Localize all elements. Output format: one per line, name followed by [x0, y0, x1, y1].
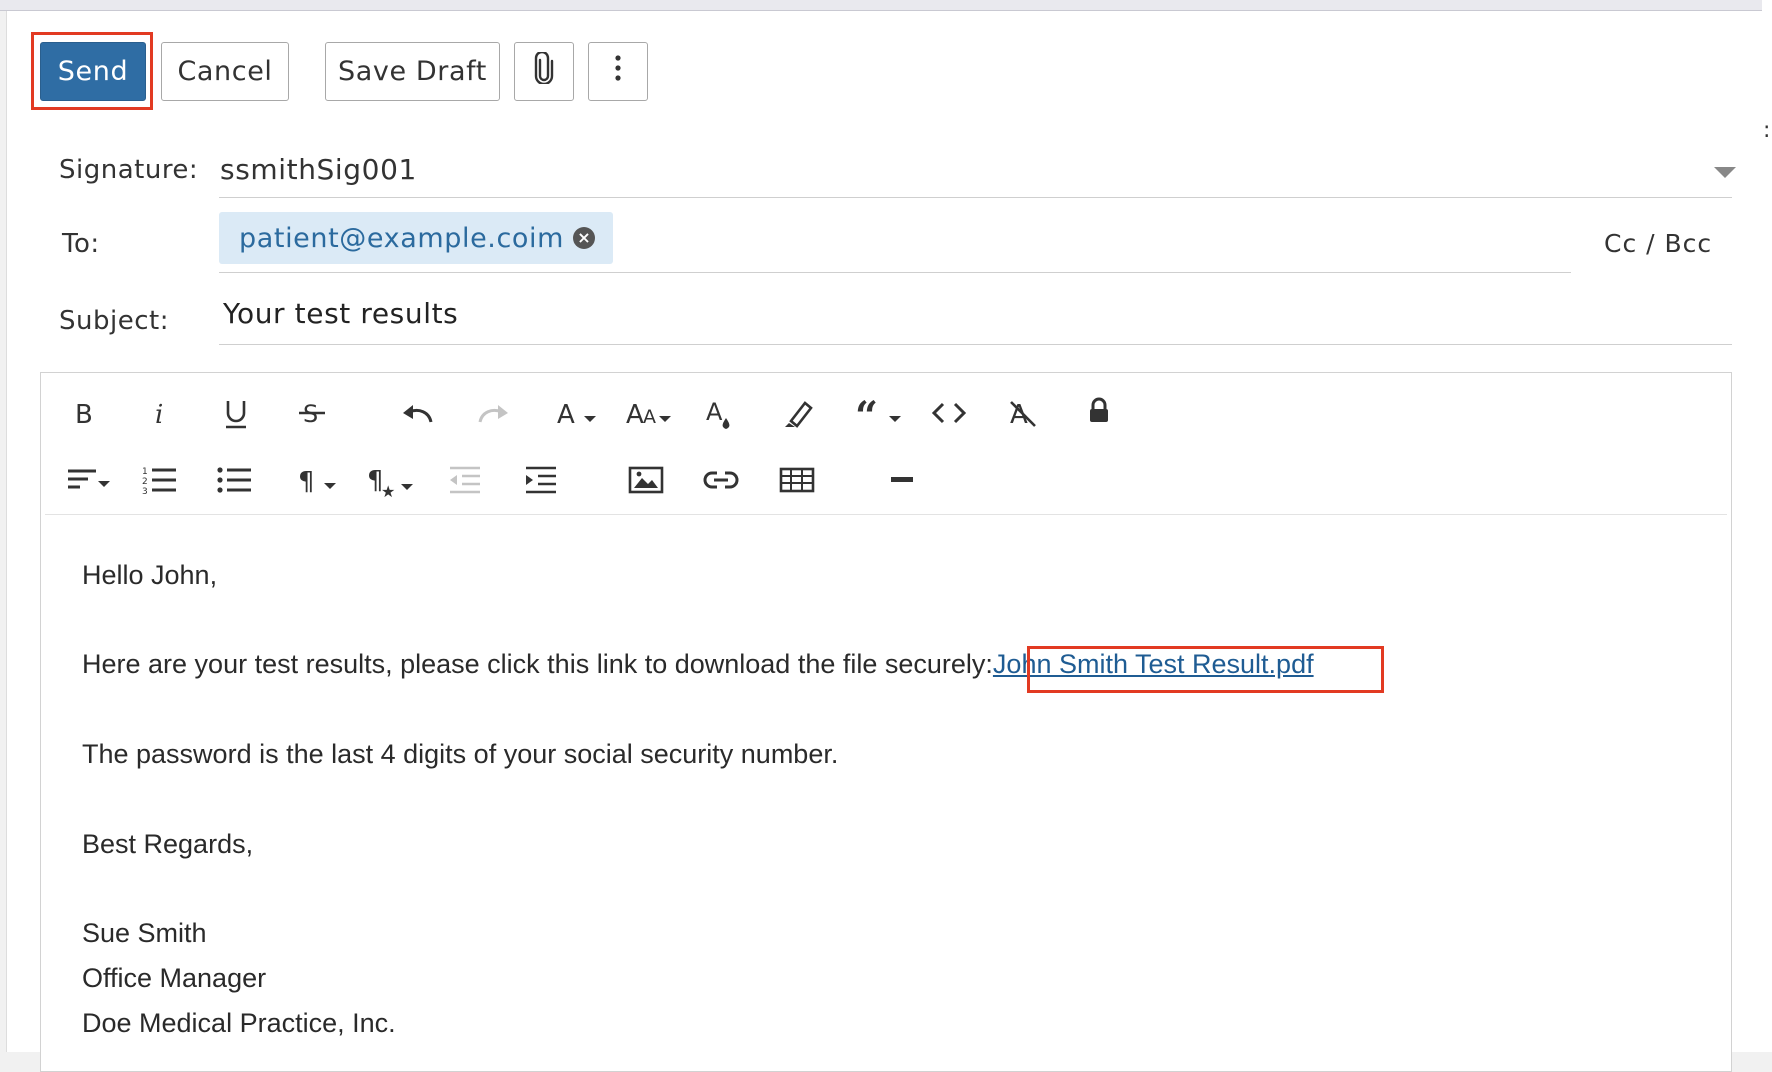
- signature-name: Sue Smith: [82, 918, 207, 948]
- svg-text:“: “: [855, 398, 878, 428]
- clear-format-icon[interactable]: A: [1005, 393, 1041, 433]
- ordered-list-icon[interactable]: 123: [140, 461, 180, 499]
- insert-link-icon[interactable]: [701, 461, 741, 499]
- to-underline: [219, 272, 1571, 273]
- subject-label: Subject:: [59, 306, 169, 336]
- outdent-icon[interactable]: [445, 461, 485, 499]
- svg-text:3: 3: [142, 487, 148, 495]
- svg-text:B: B: [75, 400, 93, 427]
- unordered-list-icon[interactable]: [215, 461, 255, 499]
- svg-text:A: A: [706, 398, 723, 426]
- signature-underline: [219, 197, 1732, 198]
- underline-icon[interactable]: [219, 393, 253, 435]
- svg-text:¶: ¶: [298, 467, 315, 495]
- chevron-down-icon[interactable]: [1714, 167, 1736, 178]
- lock-icon[interactable]: [1083, 393, 1115, 429]
- subject-input[interactable]: Your test results: [223, 297, 458, 330]
- svg-text:A: A: [557, 400, 575, 428]
- svg-text:★: ★: [381, 482, 395, 498]
- vertical-dots-icon: [614, 55, 622, 88]
- signature-company: Doe Medical Practice, Inc.: [82, 1008, 396, 1038]
- svg-text:i: i: [155, 400, 163, 427]
- body-line-1-text: Here are your test results, please click…: [82, 649, 993, 679]
- italic-icon[interactable]: i: [145, 393, 175, 433]
- remove-recipient-icon[interactable]: ×: [573, 227, 595, 249]
- subject-underline: [219, 344, 1732, 345]
- paragraph-format-icon[interactable]: ¶: [297, 461, 345, 499]
- body-closing: Best Regards,: [82, 829, 254, 859]
- attach-button[interactable]: [514, 42, 574, 101]
- right-edge: [1762, 0, 1772, 1052]
- recipient-chip[interactable]: patient@example.coim ×: [219, 212, 613, 264]
- redo-icon[interactable]: [473, 396, 513, 430]
- insert-image-icon[interactable]: [626, 461, 666, 499]
- signature-title: Office Manager: [82, 963, 267, 993]
- cc-bcc-link[interactable]: Cc / Bcc: [1604, 229, 1712, 258]
- code-icon[interactable]: [929, 393, 969, 433]
- undo-icon[interactable]: [398, 396, 438, 430]
- horizontal-line-icon[interactable]: [882, 466, 922, 492]
- recipient-email: patient@example.coim: [239, 222, 565, 254]
- to-label: To:: [62, 229, 100, 259]
- send-button[interactable]: Send: [40, 42, 146, 101]
- bold-icon[interactable]: B: [68, 393, 102, 433]
- signature-select[interactable]: ssmithSig001: [220, 153, 417, 186]
- svg-text:1: 1: [142, 467, 148, 477]
- attachment-link-highlight: [1027, 646, 1384, 693]
- strikethrough-icon[interactable]: S: [294, 393, 330, 433]
- window-top-bar: [0, 0, 1772, 11]
- signature-label: Signature:: [59, 155, 199, 185]
- body-greeting: Hello John,: [82, 560, 218, 590]
- paragraph-style-icon[interactable]: ¶ ★: [367, 461, 419, 501]
- more-options-button[interactable]: [588, 42, 648, 101]
- align-icon[interactable]: [66, 461, 116, 499]
- svg-text:A: A: [626, 400, 644, 428]
- insert-table-icon[interactable]: [777, 461, 817, 499]
- svg-text:2: 2: [142, 477, 148, 487]
- svg-text:A: A: [643, 406, 656, 428]
- save-draft-button[interactable]: Save Draft: [325, 42, 500, 101]
- quote-icon[interactable]: “: [855, 393, 905, 433]
- text-color-icon[interactable]: A: [703, 393, 737, 435]
- indent-icon[interactable]: [521, 461, 561, 499]
- body-line-2: The password is the last 4 digits of you…: [82, 739, 839, 769]
- edge-glyph: :: [1763, 118, 1771, 143]
- font-size-icon[interactable]: AA: [625, 393, 675, 433]
- highlight-icon[interactable]: [778, 396, 818, 432]
- font-family-icon[interactable]: A: [555, 393, 601, 433]
- cancel-button[interactable]: Cancel: [161, 42, 289, 101]
- editor-toolbar-divider: [45, 514, 1727, 515]
- paperclip-icon: [532, 50, 556, 91]
